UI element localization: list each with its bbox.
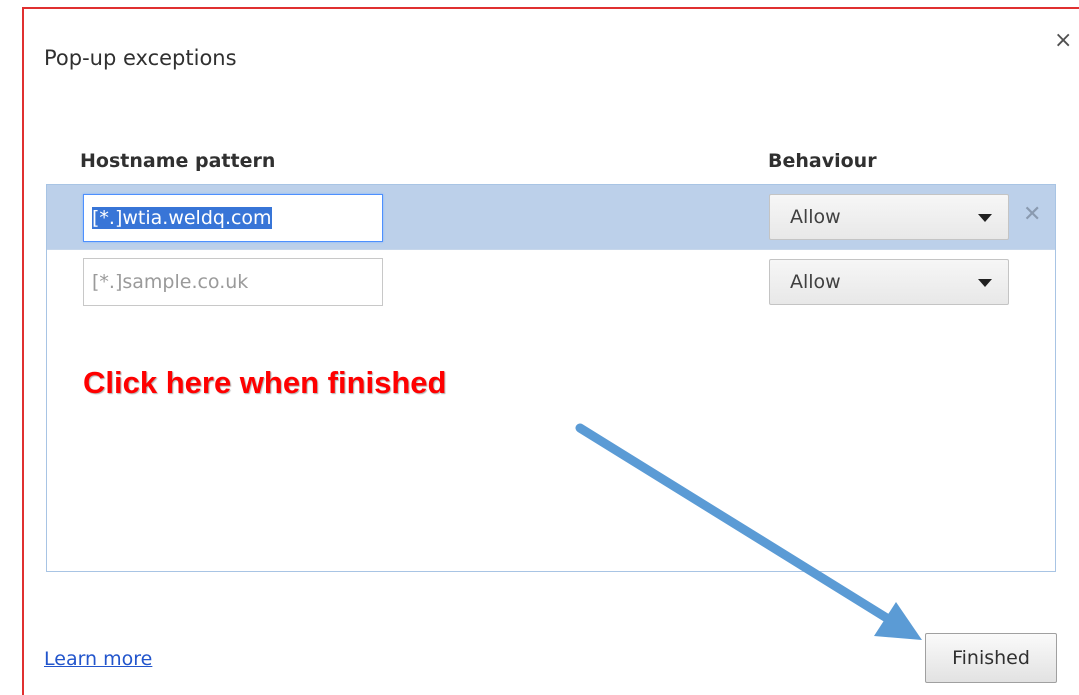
chevron-down-icon	[978, 214, 992, 222]
finished-button[interactable]: Finished	[925, 633, 1057, 683]
row-divider	[47, 249, 1055, 250]
new-hostname-input[interactable]: [*.]sample.co.uk	[83, 258, 383, 306]
close-icon[interactable]: ×	[1054, 30, 1072, 52]
annotation-text: Click here when finished	[83, 365, 447, 400]
learn-more-link[interactable]: Learn more	[44, 648, 152, 670]
dialog-title: Pop-up exceptions	[44, 46, 237, 70]
annotation-frame-left	[22, 7, 24, 695]
behaviour-select[interactable]: Allow	[769, 194, 1009, 240]
hostname-input[interactable]: [*.]wtia.weldq.com	[83, 194, 383, 242]
behaviour-header: Behaviour	[768, 150, 877, 172]
delete-row-icon[interactable]: ✕	[1023, 201, 1041, 229]
chevron-down-icon	[978, 279, 992, 287]
new-hostname-placeholder: [*.]sample.co.uk	[92, 271, 249, 293]
hostname-pattern-header: Hostname pattern	[80, 150, 276, 172]
new-behaviour-select[interactable]: Allow	[769, 259, 1009, 305]
hostname-input-value: [*.]wtia.weldq.com	[92, 207, 272, 229]
behaviour-select-value: Allow	[790, 206, 841, 228]
popup-exceptions-dialog: Pop-up exceptions × Hostname pattern Beh…	[0, 0, 1079, 695]
annotation-frame-top	[22, 7, 1079, 9]
new-behaviour-select-value: Allow	[790, 271, 841, 293]
list-item-selected[interactable]: [*.]wtia.weldq.com Allow ✕	[47, 185, 1055, 249]
